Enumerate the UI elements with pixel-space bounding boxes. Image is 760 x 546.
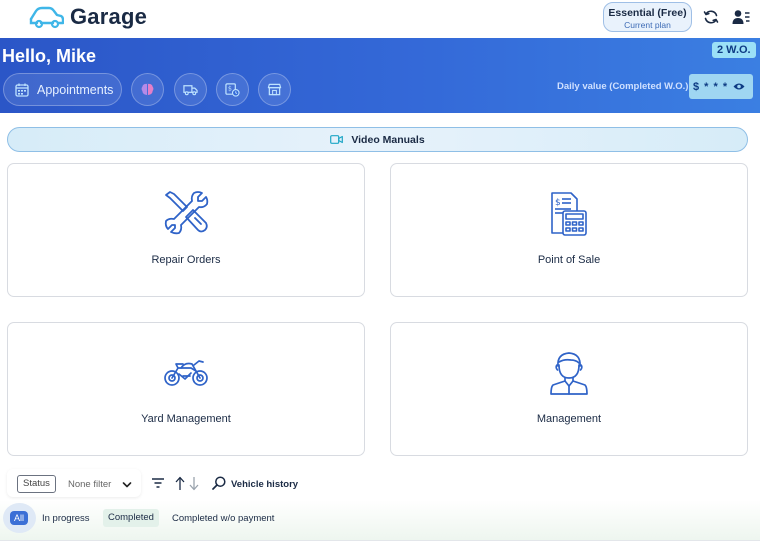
tab-in-progress[interactable]: In progress	[42, 513, 90, 524]
video-manuals-label: Video Manuals	[351, 133, 425, 146]
plan-badge[interactable]: Essential (Free) Current plan	[603, 2, 692, 32]
chevron-down-icon[interactable]	[122, 481, 132, 489]
appointments-label: Appointments	[37, 82, 114, 97]
car-logo-icon	[29, 6, 64, 29]
app-name: Garage	[70, 4, 148, 29]
tab-completed[interactable]: Completed	[103, 509, 159, 527]
header-band: Hello, Mike 2 W.O. Appointments $ Daily …	[0, 38, 760, 113]
store-icon	[267, 83, 282, 96]
appointments-button[interactable]: Appointments	[3, 73, 122, 106]
filter-icon[interactable]	[151, 477, 165, 489]
tab-completed-without-payment[interactable]: Completed w/o payment	[172, 513, 274, 524]
delivery-button[interactable]	[174, 73, 207, 106]
tab-all[interactable]: All	[10, 511, 29, 525]
video-camera-icon	[330, 135, 344, 144]
repair-orders-card[interactable]: Repair Orders	[7, 163, 365, 297]
video-manuals-button[interactable]: Video Manuals	[7, 127, 748, 152]
point-of-sale-card[interactable]: $ Point of Sale	[390, 163, 748, 297]
management-label: Management	[536, 413, 602, 425]
eye-icon[interactable]	[733, 81, 745, 92]
daily-value-label: Daily value (Completed W.O.)	[557, 81, 689, 92]
work-order-badge[interactable]: 2 W.O.	[712, 42, 756, 58]
sync-icon[interactable]	[703, 9, 719, 25]
manager-icon	[550, 352, 588, 395]
pos-icon: $	[551, 192, 587, 236]
motorcycle-icon	[164, 360, 208, 386]
svg-text:$: $	[555, 198, 561, 208]
status-label: Status	[17, 475, 56, 493]
greeting: Hello, Mike	[2, 46, 97, 66]
app-logo[interactable]: Garage	[28, 3, 147, 31]
yard-management-label: Yard Management	[141, 413, 231, 425]
bottom-divider	[0, 540, 760, 541]
status-filter-value[interactable]: None filter	[68, 479, 111, 490]
money-clock-icon: $	[225, 83, 240, 97]
daily-value: $ * * *	[693, 80, 729, 93]
user-menu-icon[interactable]	[732, 8, 750, 26]
plan-name: Essential (Free)	[608, 7, 687, 19]
top-bar: Garage Essential (Free) Current plan	[0, 0, 760, 38]
plan-subtitle: Current plan	[624, 20, 671, 30]
brain-icon	[141, 83, 154, 96]
billing-schedule-button[interactable]: $	[216, 73, 249, 106]
svg-text:$: $	[228, 86, 232, 93]
truck-icon	[183, 85, 198, 96]
yard-management-card[interactable]: Yard Management	[7, 322, 365, 456]
repair-orders-label: Repair Orders	[151, 254, 221, 266]
daily-value-box: $ * * *	[689, 74, 753, 99]
vehicle-history-button[interactable]: Vehicle history	[231, 479, 298, 490]
store-button[interactable]	[258, 73, 291, 106]
point-of-sale-label: Point of Sale	[537, 254, 601, 266]
sort-descending-icon[interactable]	[188, 476, 200, 491]
sort-ascending-icon[interactable]	[174, 476, 186, 491]
search-icon[interactable]	[212, 476, 226, 490]
management-card[interactable]: Management	[390, 322, 748, 456]
ai-assistant-button[interactable]	[131, 73, 164, 106]
calendar-icon	[15, 83, 29, 97]
tools-icon	[164, 191, 209, 235]
